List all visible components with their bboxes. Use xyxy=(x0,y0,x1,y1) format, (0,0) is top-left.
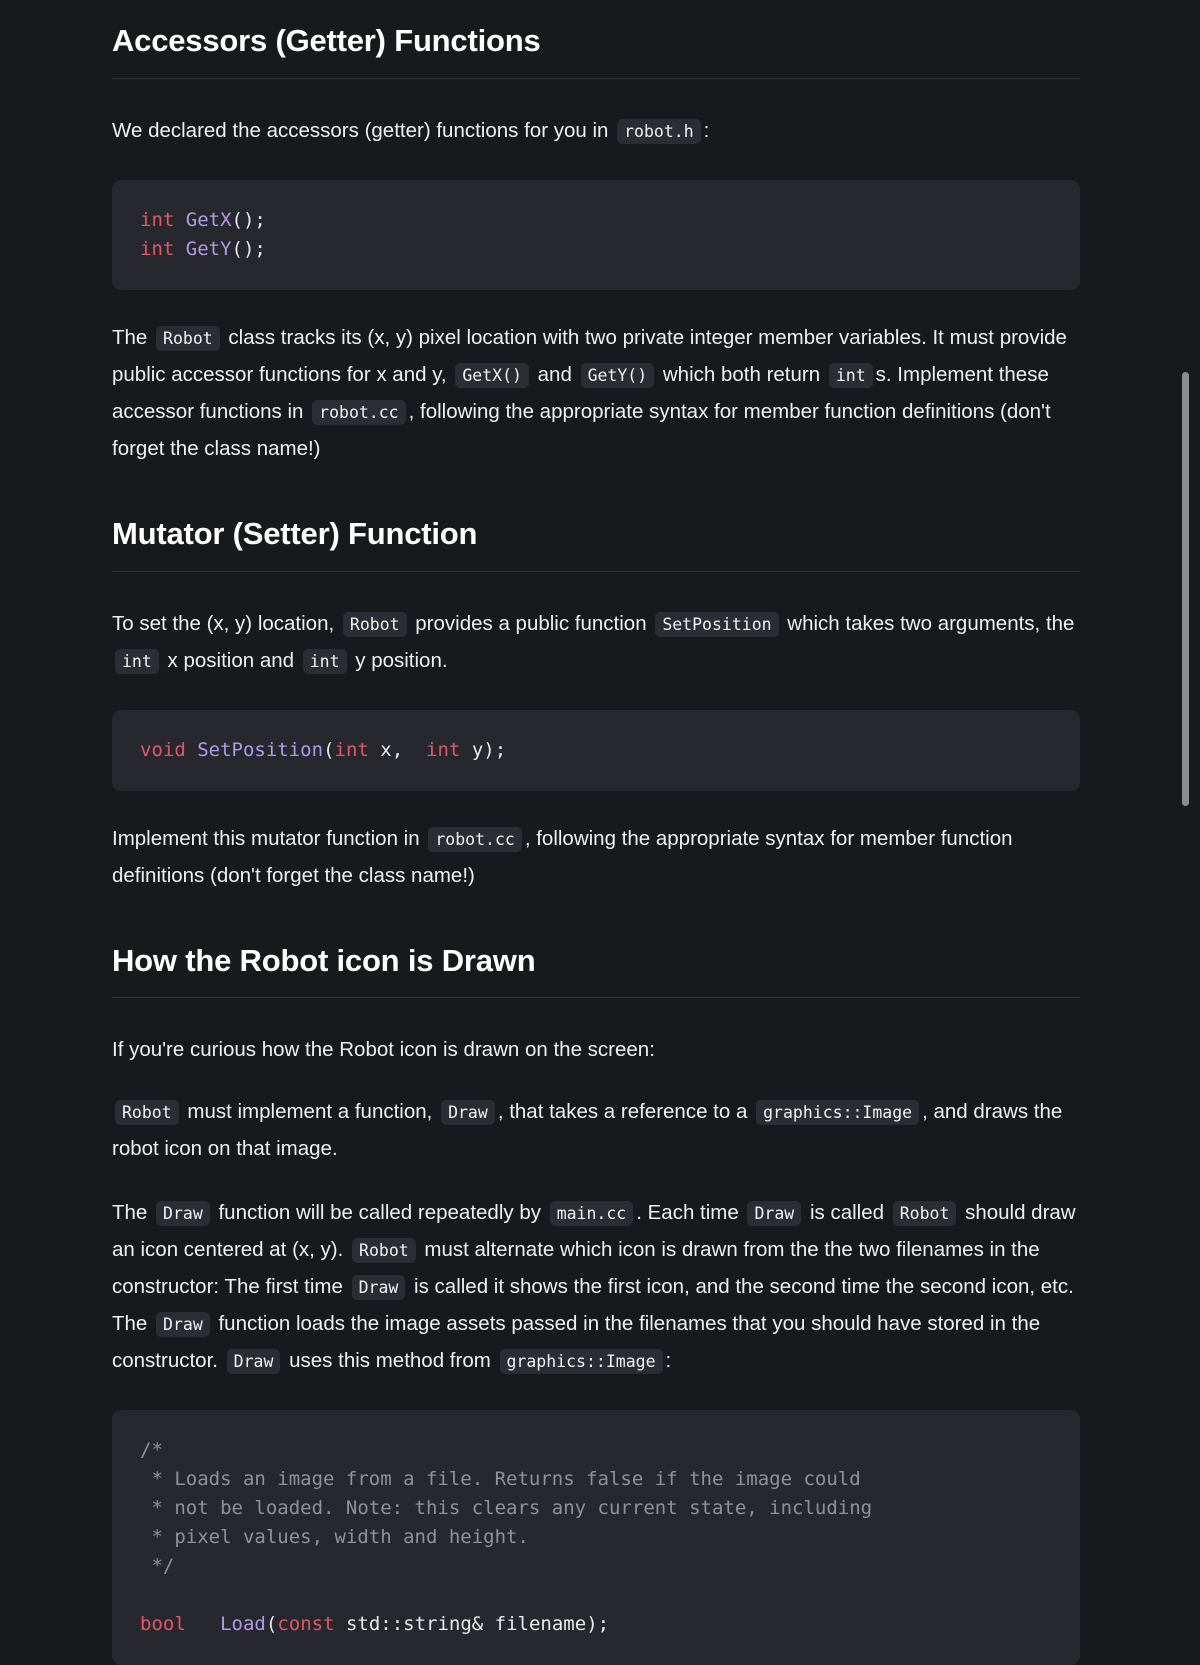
inline-code-robot: Robot xyxy=(115,1100,179,1126)
inline-code-draw: Draw xyxy=(156,1201,210,1227)
code-plain: (); xyxy=(231,237,266,260)
mutator-heading-block: Mutator (Setter) Function xyxy=(112,515,1080,572)
code-function-name: GetX xyxy=(185,208,232,231)
draw-requirement-paragraph: Robot must implement a function, Draw, t… xyxy=(112,1094,1080,1167)
text-fragment: and xyxy=(537,362,572,386)
scrollbar-thumb[interactable] xyxy=(1182,372,1189,806)
text-fragment: which both return xyxy=(662,362,821,386)
code-block-getters: int GetX(); int GetY(); xyxy=(112,179,1080,290)
inline-code-draw: Draw xyxy=(156,1312,210,1338)
text-fragment: , that takes a reference to a xyxy=(497,1100,748,1124)
inline-code-robot-cc: robot.cc xyxy=(312,399,406,425)
mutator-body-paragraph: To set the (x, y) location, Robot provid… xyxy=(112,606,1080,680)
code-function-name: SetPosition xyxy=(197,738,324,761)
text-fragment: is called xyxy=(809,1201,884,1225)
text-fragment: To set the (x, y) location, xyxy=(112,611,335,635)
inline-code-robot: Robot xyxy=(352,1238,416,1264)
code-block-setposition: void SetPosition(int x, int y); xyxy=(112,709,1080,791)
inline-code-int: int xyxy=(115,648,159,674)
text-fragment: . Each time xyxy=(636,1201,739,1225)
inline-code-setposition: SetPosition xyxy=(655,611,779,637)
inline-code-robot: Robot xyxy=(342,611,407,637)
inline-code-graphics-image: graphics::Image xyxy=(499,1349,663,1375)
page-title-mutator: Mutator (Setter) Function xyxy=(112,515,1080,572)
code-keyword: const xyxy=(277,1613,335,1636)
text-fragment: y position. xyxy=(355,648,448,672)
draw-details-paragraph: The Draw function will be called repeate… xyxy=(112,1195,1080,1380)
accessors-body-paragraph: The Robot class tracks its (x, y) pixel … xyxy=(112,320,1080,467)
code-block-load: /* * Loads an image from a file. Returns… xyxy=(112,1410,1080,1665)
mutator-footer-paragraph: Implement this mutator function in robot… xyxy=(112,821,1080,894)
text-fragment: : xyxy=(703,118,710,142)
inline-code-gety: GetY() xyxy=(580,362,655,388)
code-plain: y); xyxy=(460,738,507,761)
code-function-name: GetY xyxy=(185,237,232,260)
document-content: Accessors (Getter) Functions We declared… xyxy=(0,0,1200,1665)
accessors-intro-paragraph: We declared the accessors (getter) funct… xyxy=(112,113,1080,150)
code-keyword: void xyxy=(140,738,186,761)
text-fragment: function will be called repeatedly by xyxy=(218,1201,541,1225)
code-keyword: int xyxy=(334,738,369,761)
text-fragment: We declared the accessors (getter) funct… xyxy=(112,118,609,142)
code-keyword: bool xyxy=(140,1613,186,1636)
inline-code-robot-cc: robot.cc xyxy=(428,826,522,852)
inline-code-robot: Robot xyxy=(892,1201,957,1227)
inline-code-draw: Draw xyxy=(226,1349,281,1375)
draw-heading-block: How the Robot icon is Drawn xyxy=(112,942,1080,999)
text-fragment: which takes two arguments, the xyxy=(787,611,1075,635)
inline-code-graphics-image: graphics::Image xyxy=(756,1100,920,1126)
inline-code-main-cc: main.cc xyxy=(549,1201,634,1227)
code-keyword: int xyxy=(426,738,461,761)
code-function-name: Load xyxy=(220,1613,266,1636)
inline-code-int: int xyxy=(828,362,873,388)
code-plain: ( xyxy=(265,1613,278,1636)
inline-code-robot: Robot xyxy=(156,325,220,351)
text-fragment: : xyxy=(665,1349,672,1373)
code-keyword: int xyxy=(140,208,175,231)
inline-code-getx: GetX() xyxy=(455,362,529,388)
code-plain: x, xyxy=(368,738,427,761)
inline-code-int: int xyxy=(302,648,347,674)
text-fragment: provides a public function xyxy=(415,611,647,635)
page-title-draw: How the Robot icon is Drawn xyxy=(112,942,1080,999)
inline-code-draw: Draw xyxy=(441,1100,495,1126)
code-plain: std::string& filename); xyxy=(334,1613,610,1636)
text-fragment: The xyxy=(112,325,148,349)
inline-code-draw: Draw xyxy=(351,1275,406,1301)
text-fragment: The xyxy=(112,1201,148,1225)
inline-code-robot-h: robot.h xyxy=(617,118,701,144)
draw-intro-paragraph: If you're curious how the Robot icon is … xyxy=(112,1038,655,1062)
text-fragment: x position and xyxy=(167,648,295,672)
text-fragment: uses this method from xyxy=(289,1349,491,1373)
code-plain xyxy=(186,1613,209,1635)
code-plain: ( xyxy=(323,738,335,761)
accessors-heading-block: Accessors (Getter) Functions xyxy=(112,22,1080,79)
page-title-accessors: Accessors (Getter) Functions xyxy=(112,22,1080,79)
code-comment: /* * Loads an image from a file. Returns… xyxy=(140,1439,873,1578)
code-keyword: int xyxy=(140,237,175,260)
text-fragment: Implement this mutator function in xyxy=(112,826,420,850)
code-plain: (); xyxy=(231,208,266,231)
text-fragment: must implement a function, xyxy=(187,1100,433,1124)
inline-code-draw: Draw xyxy=(747,1201,802,1227)
